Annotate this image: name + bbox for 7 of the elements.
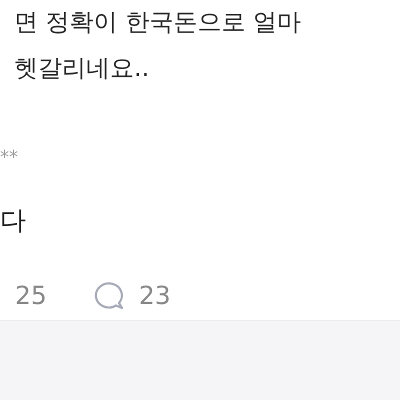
post-text-line: 헷갈리네요.. (14, 56, 150, 80)
comment-author: ** (0, 147, 18, 168)
like-count: 25 (15, 282, 47, 308)
comment-icon[interactable] (94, 280, 126, 310)
reply-count: 23 (138, 282, 171, 308)
comment-text: 다 (0, 206, 26, 236)
post-text-line: 면 정확이 한국돈으로 얼마 (14, 10, 302, 34)
